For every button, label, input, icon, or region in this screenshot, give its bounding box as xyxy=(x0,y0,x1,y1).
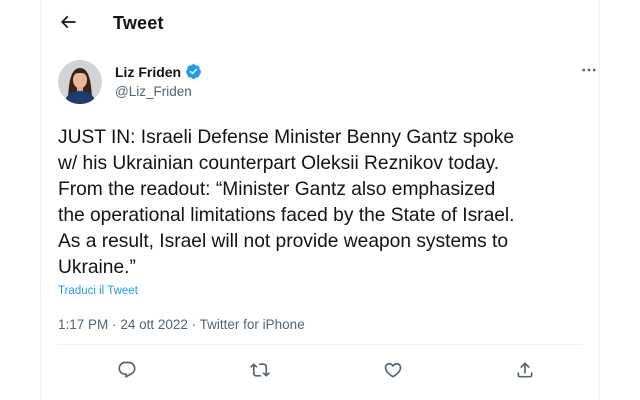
more-options-button[interactable] xyxy=(579,62,599,82)
tweet-text: JUST IN: Israeli Defense Minister Benny … xyxy=(58,127,515,278)
translate-tweet-link[interactable]: Traduci il Tweet xyxy=(58,285,138,297)
author-name[interactable]: Liz Friden xyxy=(115,64,181,80)
reply-icon xyxy=(117,360,137,385)
reply-button[interactable] xyxy=(112,357,142,387)
action-bar xyxy=(41,357,599,387)
tweet-metadata: 1:17 PM · 24 ott 2022 · Twitter for iPho… xyxy=(58,317,305,332)
like-icon xyxy=(383,360,403,385)
retweet-icon xyxy=(250,360,270,385)
author-handle[interactable]: @Liz_Friden xyxy=(115,84,192,99)
retweet-button[interactable] xyxy=(245,357,275,387)
tweet-date[interactable]: 24 ott 2022 xyxy=(120,317,188,332)
more-icon xyxy=(580,61,598,84)
share-button[interactable] xyxy=(510,357,540,387)
tweet-page: Tweet Liz Friden @Liz_Friden JUST IN: Is… xyxy=(40,0,600,400)
divider xyxy=(58,344,582,345)
separator: · xyxy=(112,317,117,332)
tweet-time[interactable]: 1:17 PM xyxy=(58,317,108,332)
avatar[interactable] xyxy=(58,60,102,104)
share-icon xyxy=(515,360,535,385)
like-button[interactable] xyxy=(378,357,408,387)
separator: · xyxy=(191,317,197,332)
back-button[interactable] xyxy=(50,6,86,42)
arrow-left-icon xyxy=(58,12,78,37)
header: Tweet xyxy=(41,0,599,48)
page-title: Tweet xyxy=(113,13,164,33)
author-name-row[interactable]: Liz Friden xyxy=(115,63,202,80)
verified-badge-icon xyxy=(185,63,202,80)
tweet-source[interactable]: Twitter for iPhone xyxy=(200,317,305,332)
